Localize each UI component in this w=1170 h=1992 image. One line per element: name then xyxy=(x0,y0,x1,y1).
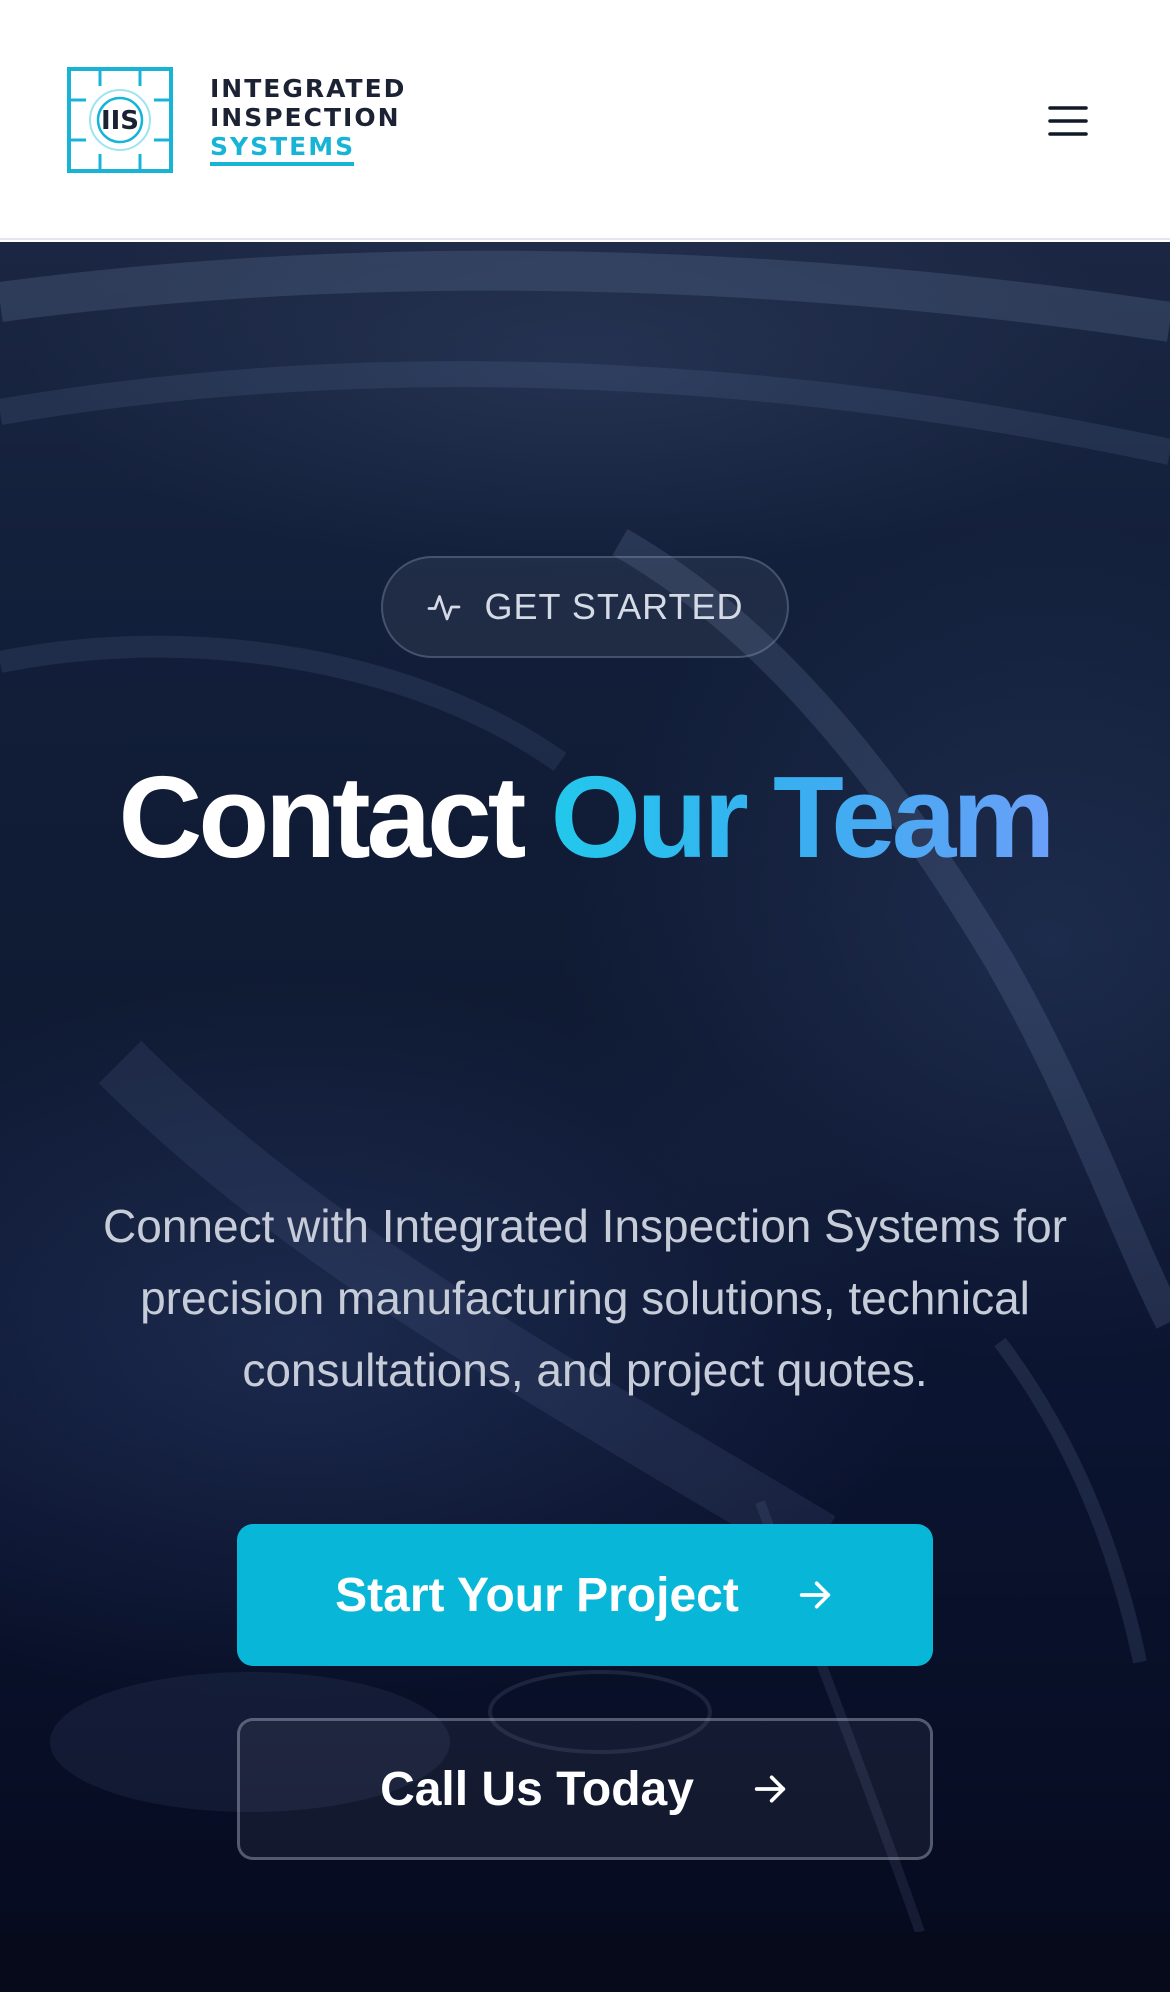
arrow-right-icon xyxy=(799,1581,830,1609)
hero-description: Connect with Integrated Inspection Syste… xyxy=(103,1200,1067,1396)
hamburger-menu-icon xyxy=(1048,106,1088,136)
start-project-label: Start Your Project xyxy=(335,1568,739,1622)
start-project-button[interactable]: Start Your Project xyxy=(237,1524,933,1666)
get-started-badge[interactable]: GET STARTED xyxy=(381,556,789,658)
logo-underline xyxy=(210,162,354,166)
page-title: Contact Our Team xyxy=(0,752,1170,882)
next-section-edge xyxy=(0,1932,1170,1992)
call-us-button[interactable]: Call Us Today xyxy=(237,1718,933,1860)
menu-button[interactable] xyxy=(1040,96,1096,146)
logo-mark-icon: IIS xyxy=(67,67,173,173)
hero-background-image xyxy=(0,250,1170,1932)
site-header: IIS INTEGRATED INSPECTION SYSTEMS xyxy=(0,0,1170,240)
activity-icon xyxy=(428,595,461,621)
logo-line-2: INSPECTION xyxy=(210,103,401,132)
badge-label: GET STARTED xyxy=(484,586,744,627)
logo-wordmark: INTEGRATED INSPECTION SYSTEMS xyxy=(210,74,406,166)
title-part-1: Contact xyxy=(118,752,527,882)
call-us-label: Call Us Today xyxy=(380,1762,694,1816)
title-part-2: Our Team xyxy=(550,752,1056,882)
logo-mark-text: IIS xyxy=(101,106,139,136)
logo-line-1: INTEGRATED xyxy=(210,74,407,103)
hero-section: GET STARTED Contact Our Team Connect wit… xyxy=(0,242,1170,1932)
arrow-right-icon xyxy=(754,1775,786,1803)
logo-line-3: SYSTEMS xyxy=(210,132,356,161)
